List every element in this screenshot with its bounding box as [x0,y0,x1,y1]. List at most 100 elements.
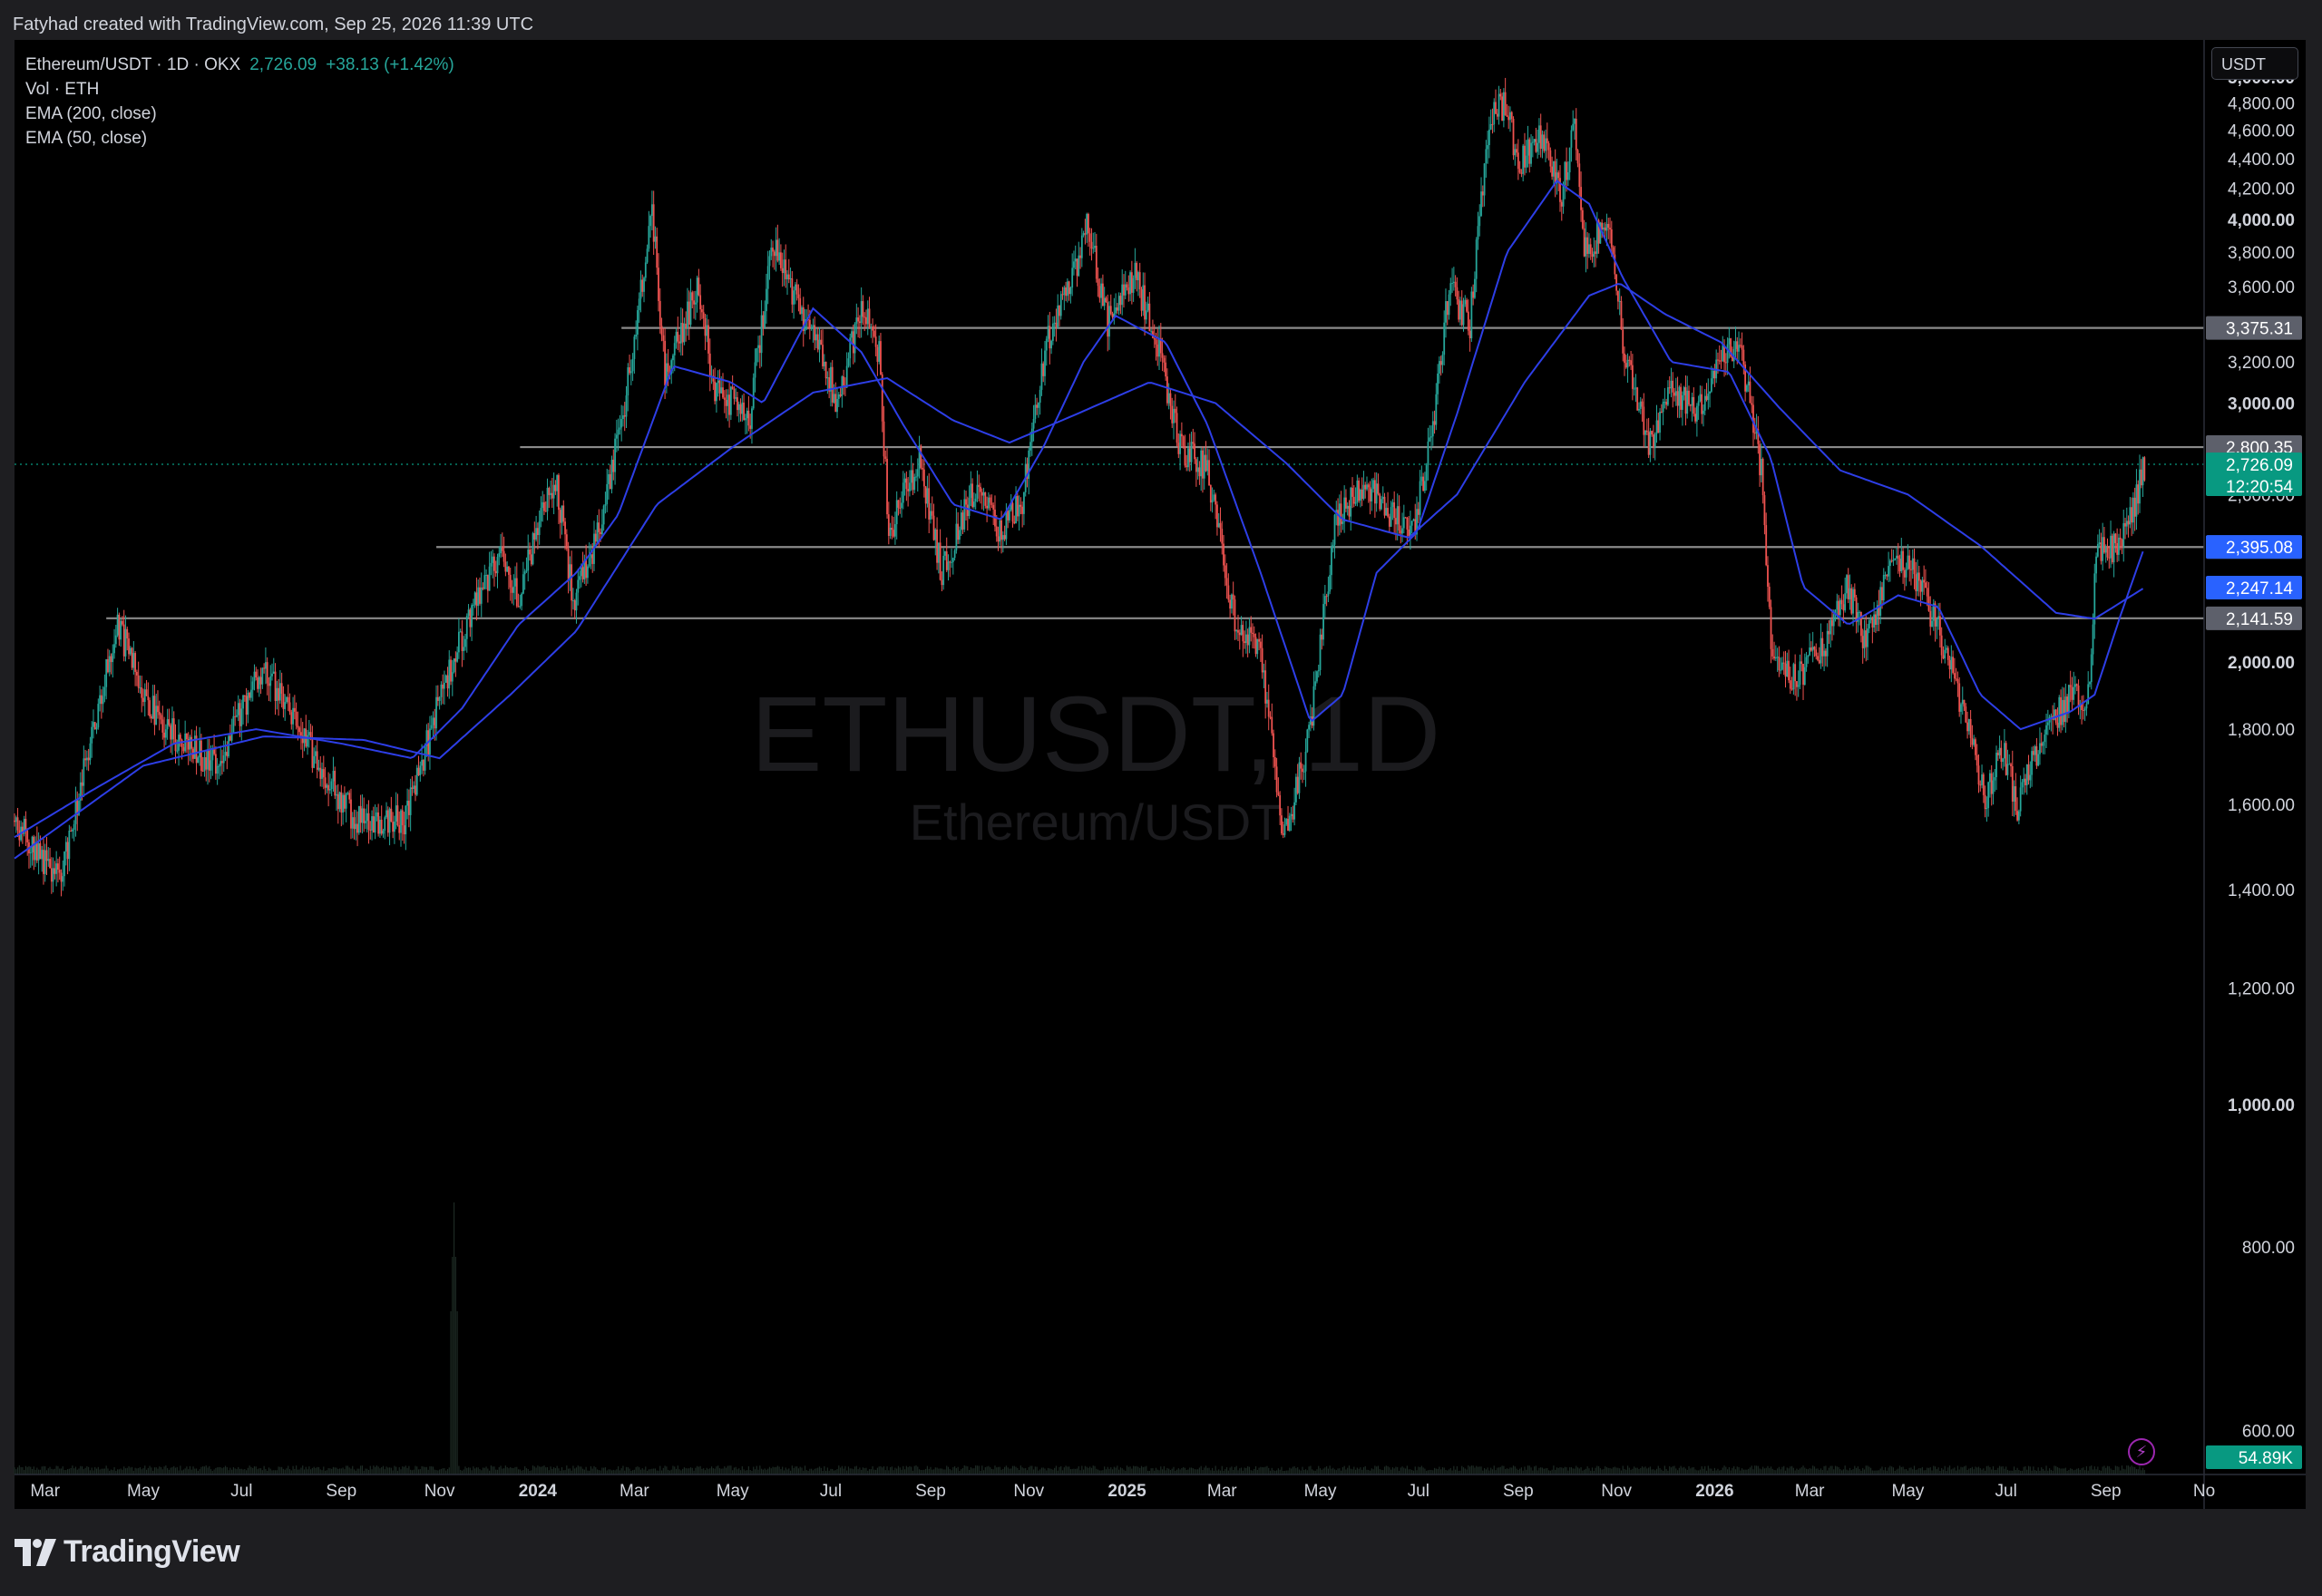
volume-bar [163,1466,165,1474]
volume-bar [1514,1466,1516,1474]
legend-ema50[interactable]: EMA (50, close) [25,126,454,151]
candle-body [1985,808,1988,810]
volume-bar [566,1465,568,1474]
candle-body [571,564,573,601]
candle-body [276,687,278,701]
volume-bar [928,1468,930,1474]
volume-bar [863,1468,865,1474]
candle-body [1607,223,1610,229]
volume-bar [1123,1469,1125,1474]
candle-body [558,474,560,511]
candle-body [444,682,445,689]
volume-bar [1464,1468,1466,1474]
candle-body [857,317,859,322]
volume-bar [186,1466,188,1474]
candle-body [959,530,961,540]
volume-bar [572,1465,574,1474]
volume-bar [1746,1469,1748,1474]
volume-bar [18,1465,20,1474]
candle-body [122,620,123,625]
volume-bar [1869,1467,1872,1474]
candle-body [1481,191,1484,196]
volume-bar [954,1466,956,1474]
candle-body [999,520,1001,542]
candle-body [1751,403,1753,405]
volume-bar [477,1467,479,1474]
candle-body [1187,448,1189,468]
candle-body [1185,465,1188,468]
volume-bar [1707,1465,1709,1474]
volume-bar [986,1466,988,1474]
candle-body [1140,288,1143,311]
volume-bar [1354,1469,1357,1474]
volume-bar [1474,1467,1476,1474]
volume-bar [215,1467,217,1474]
candle-body [1100,283,1103,298]
volume-bar [883,1465,885,1474]
horizontal-lines[interactable] [15,326,2204,619]
candle-body [228,735,229,757]
volume-bar [944,1469,946,1474]
legend-symbol-row[interactable]: Ethereum/USDT · 1D · OKX 2,726.09 +38.13 (… [25,53,454,77]
currency-button[interactable]: USDT [2211,47,2298,80]
volume-bar [2127,1465,2130,1474]
candle-body [521,593,523,607]
candle-body [1040,363,1043,390]
candle-body [255,671,258,678]
volume-bar [1948,1465,1951,1474]
candle-body [1699,394,1702,402]
candle-body [1676,391,1679,406]
candle-body [236,715,238,717]
candle-body [1021,506,1024,514]
candle-body [1790,688,1793,690]
candle-body [300,732,302,736]
candle-body [1169,393,1172,406]
candle-body [1127,287,1130,295]
volume-bar [1010,1468,1012,1474]
candle-body [1981,774,1983,785]
candle-body [45,850,48,861]
volume-bar [596,1469,599,1474]
candle-body [396,805,399,826]
y-tick-label: 600.00 [2242,1422,2295,1441]
candle-body [1238,632,1241,636]
candlestick-chart[interactable]: ETHUSDT, 1D Ethereum/USDT 5,000.004,800.… [0,0,2322,1596]
legend-volume[interactable]: Vol · ETH [25,77,454,102]
candle-body [1869,617,1872,620]
candle-body [1800,661,1803,665]
candle-body [1890,560,1893,562]
candle-body [1487,145,1489,150]
volume-bar [38,1469,40,1474]
candle-body [1234,599,1236,632]
volume-bar [1418,1466,1420,1474]
volume-bar [337,1468,339,1474]
volume-bar [1075,1468,1077,1474]
candle-body [87,757,90,761]
volume-bar [2002,1466,2004,1474]
candle-body [1861,636,1864,648]
candle-body [1431,421,1434,437]
legend-ema200[interactable]: EMA (200, close) [25,102,454,126]
candle-body [388,808,391,833]
candle-body [725,400,727,406]
candle-body [910,470,912,483]
candle-body [997,536,1000,542]
candle-body [839,394,842,396]
candle-body [1653,434,1654,448]
candle-body [2135,484,2138,517]
volume-bar [1722,1467,1723,1474]
lightning-icon[interactable]: ⚡ [2128,1438,2155,1465]
volume-bar [403,1466,405,1474]
volume-bar [1129,1466,1131,1474]
candle-body [2037,754,2040,766]
volume-bar [1262,1466,1263,1474]
candle-body [1061,294,1064,296]
candle-body [1372,480,1374,490]
volume-bar [1469,1466,1471,1474]
candle-body [2108,557,2111,559]
candle-body [14,820,15,822]
volume-bar [1751,1465,1752,1474]
volume-bar [1791,1465,1793,1474]
candle-body [1763,495,1766,526]
volume-bar [1796,1468,1798,1474]
